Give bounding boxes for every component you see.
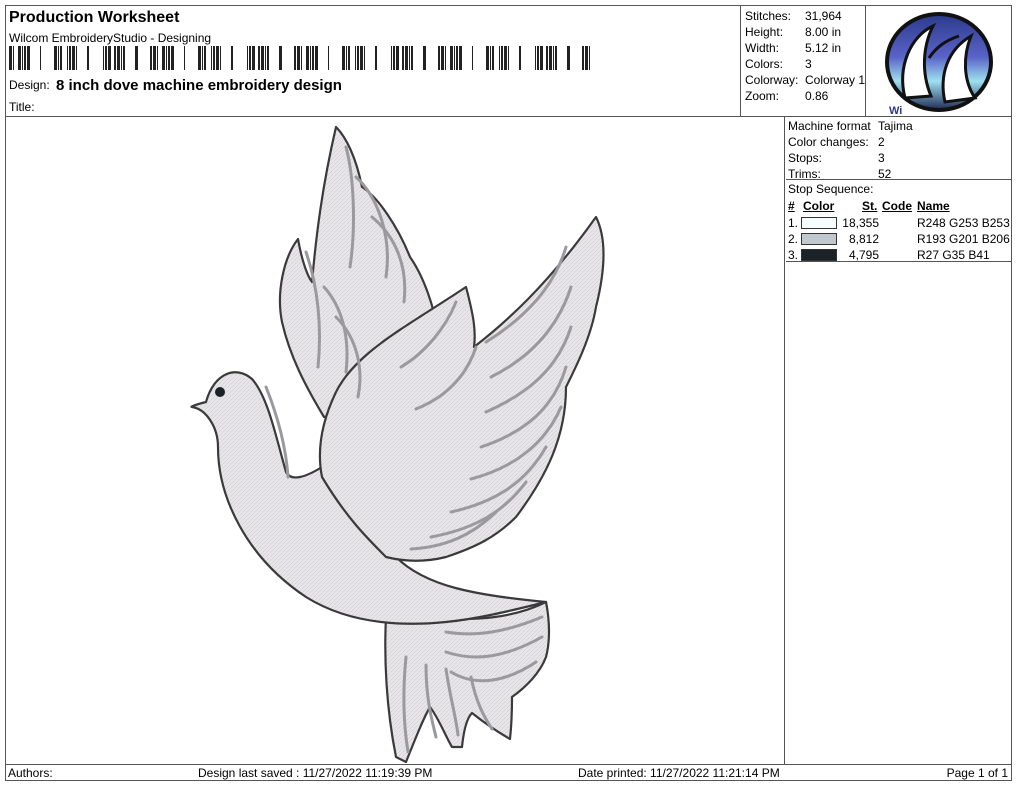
stitch-count: 8,812 [848,232,879,246]
date-printed: Date printed: 11/27/2022 11:21:14 PM [578,766,780,780]
stop-number: 1. [788,216,799,230]
stat-stitches: Stitches: 31,964 [745,9,842,23]
stop-number: 3. [788,248,799,262]
last-saved: Design last saved : 11/27/2022 11:19:39 … [198,766,433,780]
design-preview [6,117,785,764]
barcode-image [9,46,590,70]
svg-text:Wi: Wi [889,105,902,116]
col-name: Name [917,199,950,213]
worksheet-footer: Authors: Design last saved : 11/27/2022 … [6,764,1011,780]
trims-count: Trims: 52 [788,167,892,181]
info-panel: Machine format Tajima Color changes: 2 Sto… [786,117,1011,764]
stop-sequence-table: Stop Sequence: # Color St. Code Name 1. 1… [786,180,1011,262]
stat-colorway: Colorway: Colorway 1 [745,73,866,87]
design-label: Design: [9,78,50,92]
design-name: 8 inch dove machine embroidery design [56,77,342,94]
brand-logo: Wi [867,6,1011,116]
stitch-count: 18,355 [842,216,879,230]
col-color: Color [803,199,835,213]
stat-colors: Colors: 3 [745,57,812,71]
stat-width: Width: 5.12 in [745,41,842,55]
header-info: Production Worksheet Wilcom EmbroiderySt… [6,6,741,116]
col-stitches: St. [862,199,878,213]
color-name: R248 G253 B253 [917,216,1010,230]
machine-info: Machine format Tajima Color changes: 2 Sto… [786,117,1011,181]
stop-row: 3. 4,795 R27 G35 B41 [786,248,1011,264]
worksheet-header: Production Worksheet Wilcom EmbroiderySt… [6,6,1011,117]
col-code: Code [882,199,912,213]
stat-height: Height: 8.00 in [745,25,842,39]
stitch-count: 4,795 [848,248,879,262]
color-swatch [801,217,837,229]
stat-zoom: Zoom: 0.86 [745,89,829,103]
stop-row: 2. 8,812 R193 G201 B206 [786,232,1011,248]
page-title: Production Worksheet [9,9,180,26]
page-number: Page 1 of 1 [946,766,1008,780]
color-name: R27 G35 B41 [917,248,990,262]
color-swatch [801,233,837,245]
color-swatch [801,249,837,261]
dove-eye [215,387,225,397]
col-num: # [788,199,795,213]
design-stats: Stitches: 31,964 Height: 8.00 in Width: 5.1… [742,6,866,116]
color-changes: Color changes: 2 [788,135,885,149]
stop-sequence-title: Stop Sequence: [788,182,874,196]
authors-label: Authors: [8,766,53,780]
dove-embroidery-image [190,125,605,764]
machine-format: Machine format Tajima [788,119,913,133]
stop-number: 2. [788,232,799,246]
color-name: R193 G201 B206 [917,232,1010,246]
production-worksheet: Production Worksheet Wilcom EmbroiderySt… [5,5,1012,781]
stop-row: 1. 18,355 R248 G253 B253 [786,216,1011,232]
software-name: Wilcom EmbroideryStudio - Designing [9,31,212,45]
title-label: Title: [9,100,35,114]
stops-count: Stops: 3 [788,151,885,165]
